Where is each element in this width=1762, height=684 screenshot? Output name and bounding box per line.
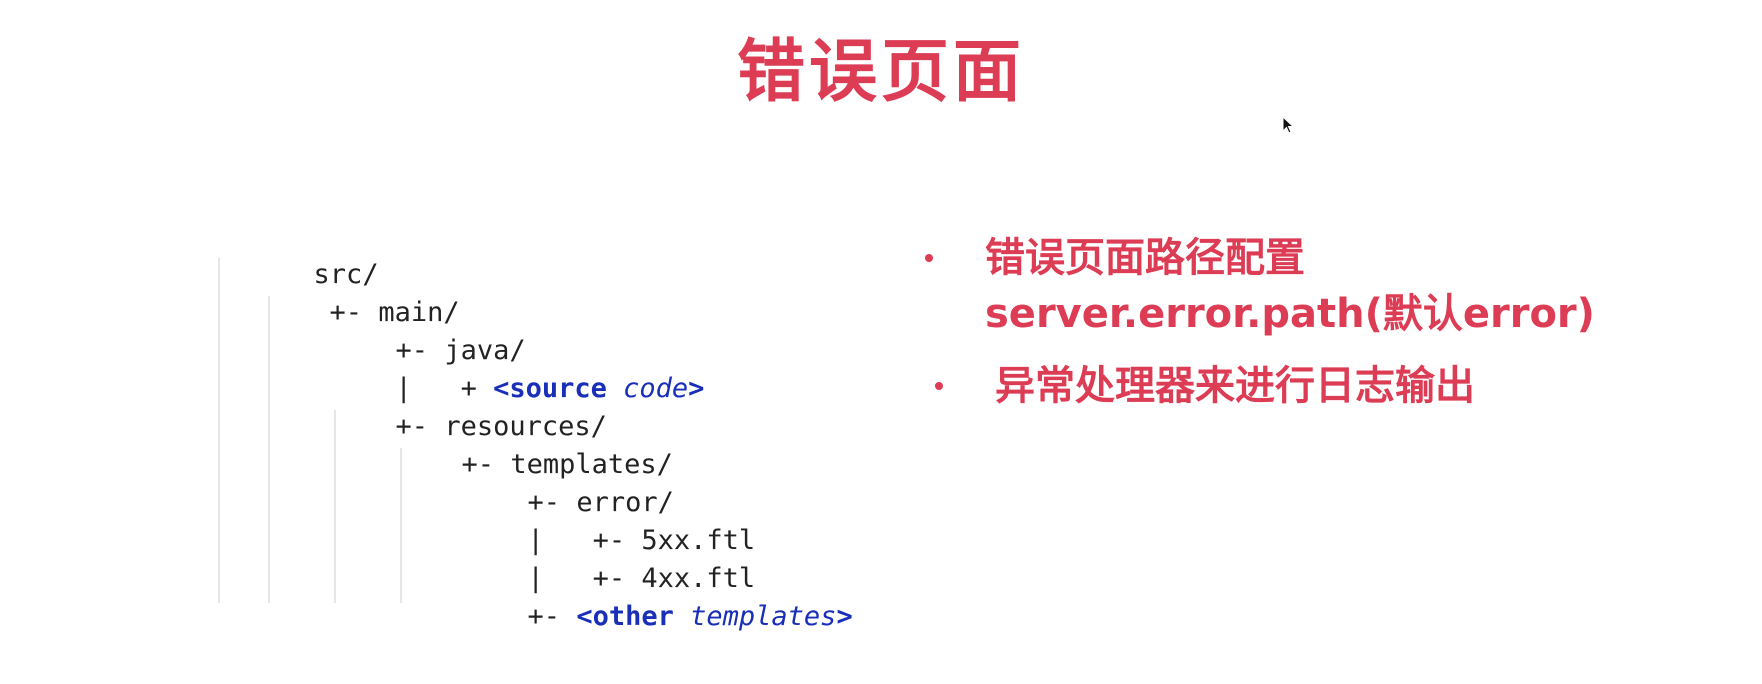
tree-line-src: src/ xyxy=(216,218,379,290)
tree-keyword-tail: > xyxy=(688,373,705,404)
tree-line-templates: +- templates/ xyxy=(364,408,673,480)
bullet-text-line2: server.error.path(默认error) xyxy=(985,291,1595,337)
tree-line-5xx: | +- 5xx.ftl xyxy=(430,484,756,556)
project-directory-tree: src/ +- main/ +- java/ | + <source code>… xyxy=(216,218,853,632)
tree-line-other-templates: +- <other templates> xyxy=(430,560,853,632)
bullet-item-error-path: 错误页面路径配置 server.error.path(默认error) xyxy=(925,230,1725,342)
tree-line-text: +- xyxy=(527,601,577,632)
tree-italic: code xyxy=(606,373,689,404)
tree-keyword: <other xyxy=(576,601,674,632)
slide: 错误页面 src/ +- main/ +- java/ | + <source … xyxy=(0,0,1762,684)
slide-title: 错误页面 xyxy=(736,33,1025,112)
bullet-dot-icon xyxy=(935,382,943,390)
tree-line-source-code: | + <source code> xyxy=(298,332,705,404)
tree-line-java: +- java/ xyxy=(298,294,526,366)
bullet-dot-icon xyxy=(925,254,933,262)
tree-line-resources: +- resources/ xyxy=(298,370,607,442)
bullet-text-line1: 异常处理器来进行日志输出 xyxy=(995,363,1475,409)
tree-line-main: +- main/ xyxy=(232,256,460,328)
tree-line-4xx: | +- 4xx.ftl xyxy=(430,522,756,594)
bullet-item-exception-handler: 异常处理器来进行日志输出 xyxy=(935,358,1735,414)
mouse-pointer-icon xyxy=(1282,116,1295,134)
tree-italic: templates xyxy=(673,601,837,632)
tree-keyword-tail: > xyxy=(836,601,853,632)
bullet-text-line1: 错误页面路径配置 xyxy=(985,235,1305,281)
tree-line-error: +- error/ xyxy=(430,446,674,518)
